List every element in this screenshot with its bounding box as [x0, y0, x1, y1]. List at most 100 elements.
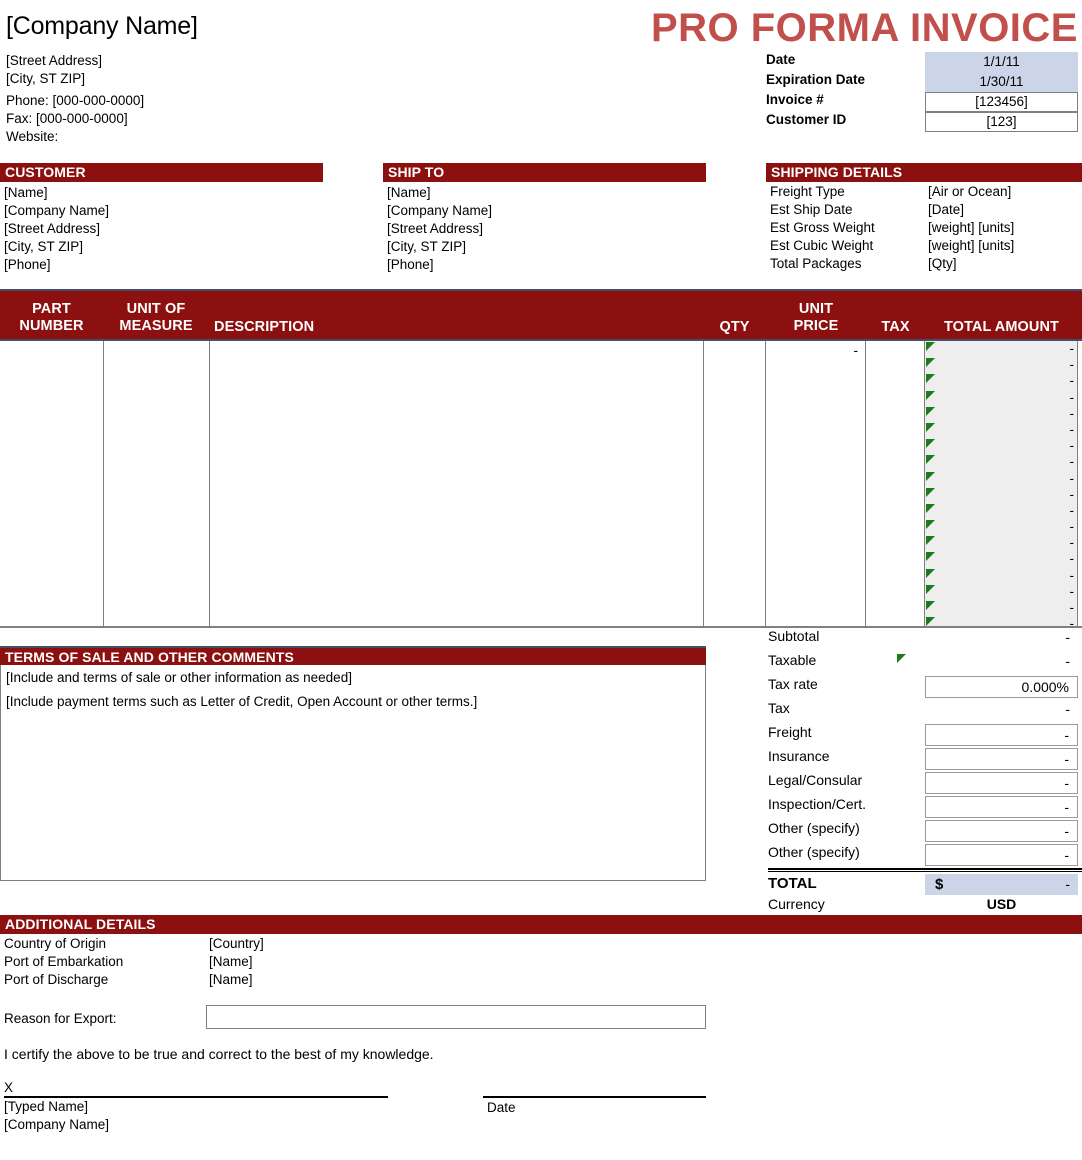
- legal-consular-field[interactable]: -: [925, 772, 1078, 794]
- reason-for-export-input[interactable]: [206, 1005, 706, 1029]
- line-item-total-amount: -: [1069, 535, 1075, 551]
- table-row[interactable]: -: [0, 535, 1082, 551]
- tax-rate-field[interactable]: 0.000%: [925, 676, 1078, 698]
- table-row[interactable]: -: [0, 584, 1082, 600]
- signature-typed-name: [Typed Name]: [4, 1099, 89, 1114]
- date-line[interactable]: [483, 1096, 706, 1098]
- table-row[interactable]: -: [0, 454, 1082, 470]
- inspection-cert-field[interactable]: -: [925, 796, 1078, 818]
- line-item-total-amount: -: [1069, 389, 1075, 405]
- signature-line[interactable]: [4, 1096, 388, 1098]
- customer-company: [Company Name]: [4, 203, 110, 218]
- error-flag-icon: [926, 374, 935, 384]
- invoice-number-field[interactable]: [123456]: [925, 92, 1078, 112]
- table-row[interactable]: -: [0, 519, 1082, 535]
- table-row[interactable]: -: [0, 341, 1082, 357]
- column-header-part-number-line2: NUMBER: [19, 318, 84, 334]
- ship-to-street: [Street Address]: [387, 221, 484, 236]
- table-row[interactable]: -: [0, 551, 1082, 567]
- table-row[interactable]: -: [0, 471, 1082, 487]
- column-header-total-amount: TOTAL AMOUNT: [943, 319, 1060, 335]
- est-cubic-weight-value[interactable]: [weight] [units]: [928, 238, 1014, 253]
- currency-symbol: $: [935, 876, 944, 893]
- taxable-label: Taxable: [768, 652, 817, 668]
- currency-value[interactable]: USD: [925, 896, 1078, 912]
- error-flag-icon: [926, 439, 935, 449]
- ship-to-phone: [Phone]: [387, 257, 434, 272]
- document-title: PRO FORMA INVOICE: [650, 6, 1078, 50]
- ship-to-name: [Name]: [387, 185, 431, 200]
- line-item-total-amount: -: [1069, 600, 1075, 615]
- additional-details-section-heading: ADDITIONAL DETAILS: [0, 915, 1082, 934]
- country-of-origin-label: Country of Origin: [4, 936, 107, 951]
- signature-company-name: [Company Name]: [4, 1117, 110, 1132]
- meta-row-date: Date 1/1/11: [766, 52, 1078, 72]
- additional-details-block: Country of Origin [Country] Port of Emba…: [4, 936, 704, 990]
- customer-id-field[interactable]: [123]: [925, 112, 1078, 132]
- terms-section-heading: TERMS OF SALE AND OTHER COMMENTS: [0, 646, 706, 665]
- meta-row-customer-id: Customer ID [123]: [766, 112, 1078, 132]
- est-cubic-weight-label: Est Cubic Weight: [770, 238, 874, 253]
- error-flag-icon: [926, 536, 935, 546]
- line-item-total-amount: -: [1069, 486, 1075, 502]
- totals-row-insurance: Insurance -: [766, 748, 1082, 772]
- table-row[interactable]: -: [0, 406, 1082, 422]
- est-gross-weight-label: Est Gross Weight: [770, 220, 875, 235]
- column-header-unit-of-measure-line2: MEASURE: [119, 318, 193, 334]
- meta-label-customer-id: Customer ID: [766, 112, 847, 127]
- port-of-discharge-value[interactable]: [Name]: [209, 972, 253, 987]
- totals-double-rule: [768, 868, 1082, 872]
- shipping-detail-row: Total Packages [Qty]: [770, 256, 1082, 274]
- table-row[interactable]: -: [0, 568, 1082, 584]
- table-row[interactable]: -: [0, 357, 1082, 373]
- other-specify-2-field[interactable]: -: [925, 844, 1078, 866]
- customer-section-heading: CUSTOMER: [0, 163, 323, 182]
- customer-street: [Street Address]: [4, 221, 101, 236]
- meta-row-invoice-number: Invoice # [123456]: [766, 92, 1078, 112]
- table-row[interactable]: -: [0, 503, 1082, 519]
- other-specify-1-field[interactable]: -: [925, 820, 1078, 842]
- table-row[interactable]: -: [0, 373, 1082, 389]
- table-row[interactable]: -: [0, 600, 1082, 616]
- inspection-cert-label: Inspection/Cert.: [768, 796, 867, 812]
- meta-value-date[interactable]: 1/1/11: [925, 52, 1078, 72]
- port-of-discharge-label: Port of Discharge: [4, 972, 109, 987]
- table-row[interactable]: -: [0, 422, 1082, 438]
- totals-row-legal-consular: Legal/Consular -: [766, 772, 1082, 796]
- terms-text-area[interactable]: [Include and terms of sale or other info…: [0, 665, 706, 881]
- meta-value-expiration-date[interactable]: 1/30/11: [925, 72, 1078, 92]
- freight-type-value[interactable]: [Air or Ocean]: [928, 184, 1011, 199]
- ship-to-address-block: [Name] [Company Name] [Street Address] […: [387, 184, 492, 274]
- shipping-detail-row: Freight Type [Air or Ocean]: [770, 184, 1082, 202]
- est-ship-date-value[interactable]: [Date]: [928, 202, 964, 217]
- line-item-total-amount: -: [1069, 421, 1075, 437]
- totals-row-subtotal: Subtotal -: [766, 628, 1082, 652]
- insurance-field[interactable]: -: [925, 748, 1078, 770]
- table-row[interactable]: -: [0, 390, 1082, 406]
- totals-row-tax-rate: Tax rate 0.000%: [766, 676, 1082, 700]
- company-website: Website:: [6, 129, 59, 144]
- additional-detail-row: Port of Embarkation [Name]: [4, 954, 704, 972]
- additional-detail-row: Country of Origin [Country]: [4, 936, 704, 954]
- ship-to-section-heading: SHIP TO: [383, 163, 706, 182]
- table-row[interactable]: -: [0, 487, 1082, 503]
- reason-for-export-label: Reason for Export:: [4, 1011, 117, 1026]
- column-header-unit-of-measure: UNIT OF MEASURE: [103, 301, 209, 335]
- total-packages-value[interactable]: [Qty]: [928, 256, 957, 271]
- meta-label-expiration-date: Expiration Date: [766, 72, 866, 87]
- signature-date-label: Date: [487, 1100, 516, 1115]
- est-gross-weight-value[interactable]: [weight] [units]: [928, 220, 1014, 235]
- totals-row-tax: Tax -: [766, 700, 1082, 724]
- line-items-table-body: - ------------------: [0, 341, 1082, 631]
- freight-field[interactable]: -: [925, 724, 1078, 746]
- shipping-detail-row: Est Gross Weight [weight] [units]: [770, 220, 1082, 238]
- other-specify-2-label: Other (specify): [768, 844, 860, 860]
- table-row[interactable]: -: [0, 438, 1082, 454]
- total-label: TOTAL: [768, 875, 817, 892]
- country-of-origin-value[interactable]: [Country]: [209, 936, 264, 951]
- line-items-table: PART NUMBER UNIT OF MEASURE DESCRIPTION …: [0, 289, 1082, 631]
- line-item-total-amount: -: [1069, 567, 1075, 583]
- line-item-rows: ------------------: [0, 341, 1082, 632]
- error-flag-icon: [897, 654, 906, 663]
- port-of-embarkation-value[interactable]: [Name]: [209, 954, 253, 969]
